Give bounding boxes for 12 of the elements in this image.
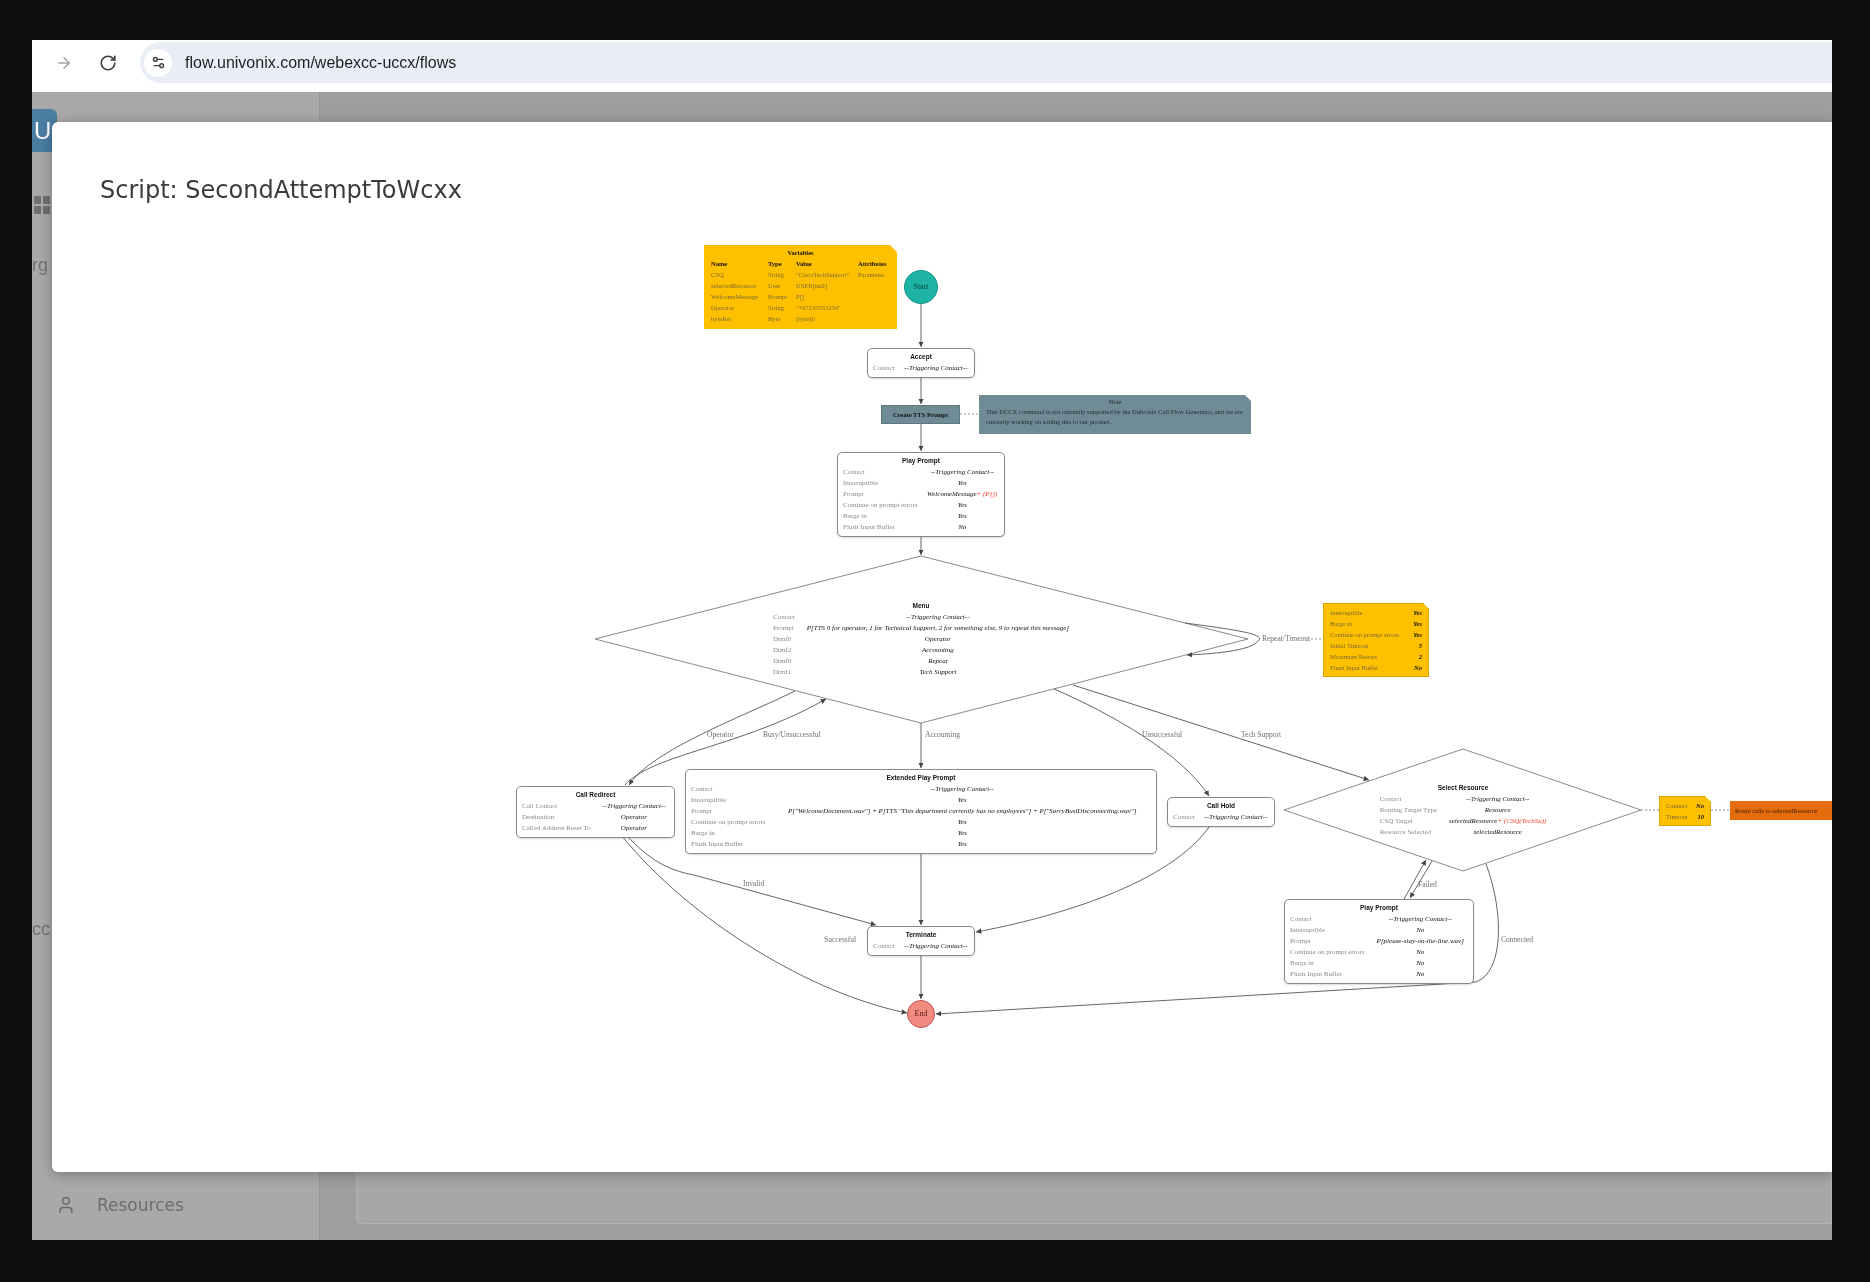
dashed-connector (1640, 809, 1660, 811)
grid-icon[interactable] (34, 196, 50, 214)
reload-icon[interactable] (99, 53, 117, 72)
end-node: End (907, 1000, 935, 1028)
dashed-connector (1310, 638, 1324, 640)
site-info-icon[interactable] (144, 48, 172, 77)
dialog-title: Script: SecondAttemptToWcxx (100, 176, 462, 204)
start-node: Start (904, 270, 938, 304)
dashed-connector (1710, 809, 1731, 811)
person-icon (56, 1194, 76, 1216)
address-bar[interactable]: flow.univonix.com/webexcc-uccx/flows (140, 42, 1832, 83)
dashed-connector (959, 413, 980, 415)
